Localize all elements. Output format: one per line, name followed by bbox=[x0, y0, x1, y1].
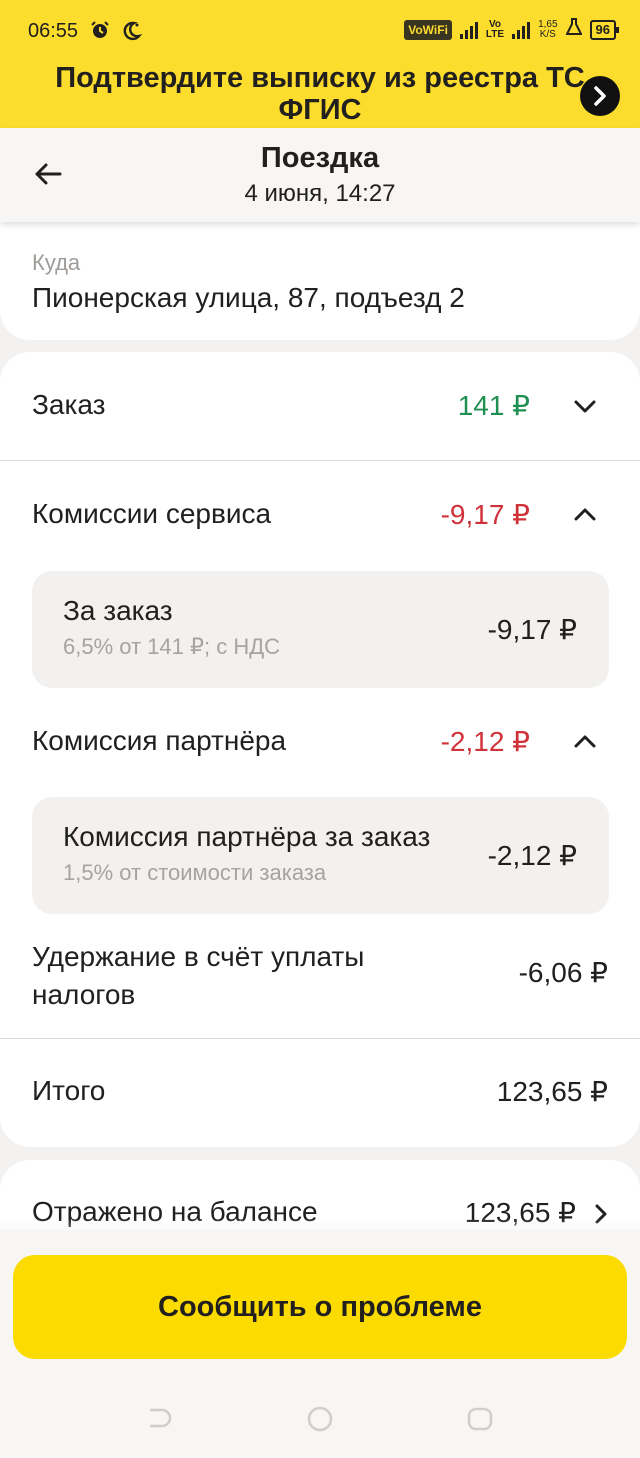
destination-label: Куда bbox=[32, 250, 81, 275]
service-fee-detail: За заказ 6,5% от 141 ₽; с НДС -9,17 ₽ bbox=[32, 571, 609, 688]
report-problem-button[interactable]: Сообщить о проблеме bbox=[13, 1255, 627, 1359]
partner-fee-item-caption: 1,5% от стоимости заказа bbox=[63, 860, 327, 885]
total-amount: 123,65 ₽ bbox=[496, 1076, 608, 1107]
banner-text[interactable]: Подтвердите выписку из реестра ТС ФГИС bbox=[40, 62, 600, 132]
volte-indicator: Vo LTE bbox=[485, 19, 505, 40]
vowifi-badge: VoWiFi bbox=[404, 20, 452, 40]
status-bar: 06:55 VoWiFi Vo LTE 1,65 K/S 96 bbox=[0, 0, 640, 64]
alarm-icon bbox=[90, 20, 110, 46]
network-speed: 1,65 K/S bbox=[538, 19, 558, 40]
signal-icon bbox=[459, 21, 478, 39]
service-fees-amount: -9,17 ₽ bbox=[440, 499, 530, 530]
divider bbox=[0, 1038, 640, 1039]
order-label: Заказ bbox=[32, 389, 106, 420]
total-row: Итого 123,65 ₽ bbox=[0, 1040, 640, 1140]
status-time: 06:55 bbox=[28, 20, 79, 42]
partner-fee-detail: Комиссия партнёра за заказ 1,5% от стоим… bbox=[32, 797, 609, 914]
service-fee-item-amount: -9,17 ₽ bbox=[487, 614, 577, 645]
destination-address: Пионерская улица, 87, подъезд 2 bbox=[32, 282, 465, 313]
order-amount: 141 ₽ bbox=[457, 390, 530, 421]
tax-hold-label: Удержание в счёт уплаты налогов bbox=[32, 941, 365, 1010]
service-fees-label: Комиссии сервиса bbox=[32, 498, 272, 529]
nav-back-icon[interactable] bbox=[146, 1406, 174, 1432]
flask-icon bbox=[564, 18, 583, 42]
order-row[interactable]: Заказ 141 ₽ bbox=[0, 352, 640, 460]
battery-indicator: 96 bbox=[589, 20, 620, 40]
system-navigation-bar bbox=[0, 1380, 640, 1458]
signal-icon-2 bbox=[512, 21, 531, 39]
tax-hold-amount: -6,06 ₽ bbox=[518, 957, 608, 988]
nav-home-icon[interactable] bbox=[306, 1406, 334, 1432]
tax-hold-row: Удержание в счёт уплаты налогов -6,06 ₽ bbox=[0, 932, 640, 1032]
status-indicators: VoWiFi Vo LTE 1,65 K/S 96 bbox=[404, 18, 620, 42]
banner-chevron-right-icon[interactable] bbox=[580, 76, 620, 116]
page-title: Поездка bbox=[260, 142, 380, 174]
partner-fee-label: Комиссия партнёра bbox=[32, 725, 287, 756]
divider bbox=[0, 460, 640, 461]
partner-fee-item-title: Комиссия партнёра за заказ bbox=[63, 821, 431, 852]
partner-fee-row[interactable]: Комиссия партнёра -2,12 ₽ bbox=[0, 692, 640, 792]
partner-fee-amount: -2,12 ₽ bbox=[440, 726, 530, 757]
chevron-up-icon[interactable] bbox=[570, 500, 600, 530]
destination-card: Куда Пионерская улица, 87, подъезд 2 bbox=[0, 210, 640, 340]
page-header: Поездка 4 июня, 14:27 bbox=[0, 128, 640, 222]
chevron-up-icon[interactable] bbox=[570, 727, 600, 757]
chevron-down-icon[interactable] bbox=[570, 391, 600, 421]
service-fee-item-title: За заказ bbox=[63, 595, 173, 626]
service-fees-row[interactable]: Комиссии сервиса -9,17 ₽ bbox=[0, 462, 640, 562]
nav-recents-icon[interactable] bbox=[466, 1406, 494, 1432]
do-not-disturb-moon-icon bbox=[120, 20, 143, 48]
finance-card: Заказ 141 ₽ Комиссии сервиса -9,17 ₽ За … bbox=[0, 352, 640, 1147]
partner-fee-item-amount: -2,12 ₽ bbox=[487, 840, 577, 871]
service-fee-item-caption: 6,5% от 141 ₽; с НДС bbox=[63, 634, 281, 659]
total-label: Итого bbox=[32, 1075, 106, 1106]
page-subtitle: 4 июня, 14:27 bbox=[244, 180, 396, 207]
